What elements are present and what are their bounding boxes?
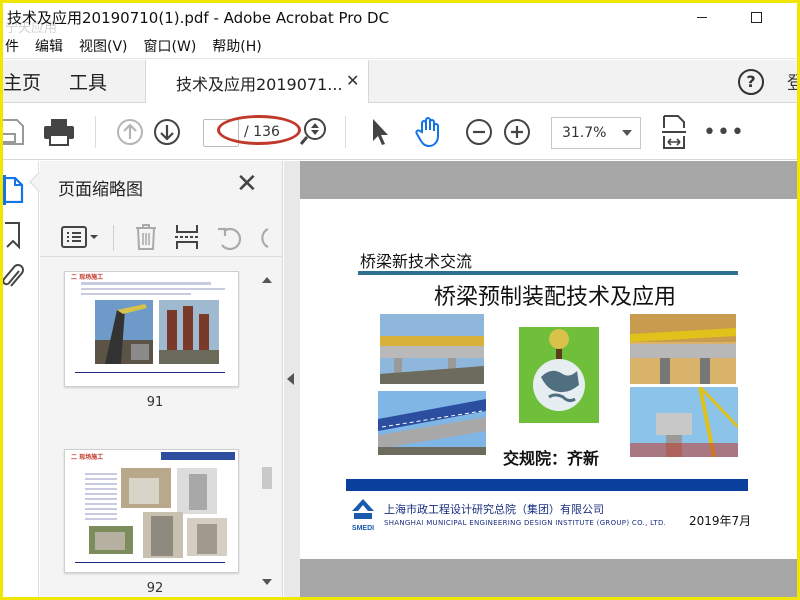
thumbnail-scrollbar[interactable] bbox=[258, 271, 276, 597]
minimize-button[interactable] bbox=[679, 3, 725, 31]
menu-edit[interactable]: 编辑 bbox=[35, 36, 63, 56]
help-icon[interactable]: ? bbox=[738, 69, 764, 95]
toolbar: / 136 31.7% ••• bbox=[3, 104, 797, 160]
slide-footer-bar bbox=[346, 479, 748, 491]
thumbnail-footer bbox=[75, 372, 225, 380]
rotate-counterclockwise-icon[interactable] bbox=[216, 225, 244, 251]
document-view[interactable]: 桥梁新技术交流 桥梁预制装配技术及应用 交规院：齐新 SMEDI 上海市政工程设… bbox=[284, 161, 797, 597]
text-line bbox=[81, 293, 191, 295]
thumbnail-photo bbox=[121, 468, 171, 508]
navigation-pane-strip bbox=[3, 161, 39, 597]
menu-file[interactable]: 件 bbox=[5, 36, 19, 56]
panel-title: 页面缩略图 bbox=[58, 180, 143, 200]
previous-page-icon[interactable] bbox=[116, 118, 144, 146]
text-line bbox=[81, 288, 225, 290]
panel-toolbar bbox=[40, 217, 283, 257]
bookmarks-icon[interactable] bbox=[5, 221, 23, 249]
close-tab-icon[interactable]: ✕ bbox=[346, 71, 359, 90]
tab-home[interactable]: 主页 bbox=[3, 68, 41, 95]
pdf-page: 桥梁新技术交流 桥梁预制装配技术及应用 交规院：齐新 SMEDI 上海市政工程设… bbox=[300, 199, 797, 559]
annotation-circle bbox=[217, 115, 301, 145]
thumbnail-footer bbox=[75, 562, 225, 568]
close-panel-icon[interactable]: ✕ bbox=[236, 169, 258, 199]
menu-window[interactable]: 窗口(W) bbox=[144, 36, 197, 56]
tab-tools[interactable]: 工具 bbox=[69, 68, 107, 95]
delete-page-icon[interactable] bbox=[134, 223, 158, 251]
title-bar: 宁天应用 技术及应用20190710(1).pdf - Adobe Acroba… bbox=[3, 3, 797, 36]
rotate-clockwise-icon[interactable] bbox=[256, 225, 270, 251]
thumbnail-list: 二 现场施工 91 二 现场施工 92 bbox=[40, 271, 270, 597]
tab-row: 主页 工具 技术及应用2019071... ✕ ? 登 bbox=[3, 60, 797, 103]
company-name-en: SHANGHAI MUNICIPAL ENGINEERING DESIGN IN… bbox=[384, 519, 667, 527]
insert-page-icon[interactable] bbox=[174, 223, 200, 251]
segment-lifting-photo bbox=[630, 387, 738, 457]
thumbnail-photo bbox=[177, 468, 217, 514]
menu-help[interactable]: 帮助(H) bbox=[212, 36, 261, 56]
svg-text:SMEDI: SMEDI bbox=[352, 525, 374, 532]
text-block bbox=[85, 470, 117, 522]
zoom-in-icon[interactable] bbox=[503, 118, 531, 146]
zoom-tool-icon[interactable] bbox=[299, 117, 327, 147]
print-icon[interactable] bbox=[43, 118, 75, 146]
options-menu-icon[interactable] bbox=[60, 225, 100, 249]
slide-date: 2019年7月 bbox=[689, 514, 752, 528]
tab-document-label: 技术及应用2019071... bbox=[176, 75, 343, 94]
maximize-button[interactable] bbox=[733, 3, 779, 31]
collapse-pane-icon[interactable] bbox=[287, 373, 294, 385]
tab-document[interactable]: 技术及应用2019071... ✕ bbox=[145, 60, 369, 103]
zoom-level-select[interactable]: 31.7% bbox=[551, 117, 641, 149]
menu-bar: 件 编辑 视图(V) 窗口(W) 帮助(H) bbox=[3, 33, 797, 59]
fit-page-icon[interactable] bbox=[661, 114, 687, 150]
toolbar-divider bbox=[113, 225, 114, 251]
slide-title: 桥梁预制装配技术及应用 bbox=[434, 285, 677, 310]
scroll-thumb[interactable] bbox=[262, 467, 272, 489]
thumbnail-photo bbox=[95, 300, 153, 364]
more-tools-icon[interactable]: ••• bbox=[703, 120, 744, 145]
text-line bbox=[81, 282, 211, 285]
save-icon[interactable] bbox=[3, 118, 25, 146]
toolbar-divider bbox=[95, 116, 96, 148]
page-thumbnail[interactable]: 二 现场施工 bbox=[64, 271, 239, 387]
chevron-down-icon bbox=[622, 130, 632, 136]
thumbnail-page-number: 92 bbox=[146, 581, 164, 596]
app-window: 宁天应用 技术及应用20190710(1).pdf - Adobe Acroba… bbox=[0, 0, 800, 600]
toolbar-divider bbox=[345, 116, 346, 148]
minimize-icon bbox=[697, 16, 707, 18]
sign-in-button[interactable]: 登 bbox=[787, 69, 797, 95]
attachments-icon[interactable] bbox=[3, 263, 25, 291]
company-logo: SMEDI bbox=[352, 499, 374, 532]
select-tool-icon[interactable] bbox=[369, 117, 391, 147]
thumbnail-panel: 页面缩略图 ✕ 二 现场施工 91 二 现场施工 92 bbox=[29, 161, 283, 597]
thumbnail-heading: 二 现场施工 bbox=[71, 274, 104, 281]
company-name-cn: 上海市政工程设计研究总院（集团）有限公司 bbox=[384, 503, 604, 516]
scroll-up-icon[interactable] bbox=[262, 277, 272, 283]
menu-view[interactable]: 视图(V) bbox=[79, 36, 128, 56]
globe-photo bbox=[519, 327, 599, 423]
thumbnail-page-number: 91 bbox=[146, 395, 164, 410]
page-thumbnails-icon[interactable] bbox=[5, 177, 25, 203]
zoom-level-value: 31.7% bbox=[562, 125, 607, 141]
bridge-crane-photo bbox=[630, 314, 736, 384]
slide-subtitle: 桥梁新技术交流 bbox=[360, 252, 473, 271]
page-gap bbox=[300, 559, 797, 597]
scroll-down-icon[interactable] bbox=[262, 579, 272, 585]
thumbnail-photo bbox=[143, 512, 183, 558]
thumbnail-photo bbox=[159, 300, 219, 364]
thumbnail-photo bbox=[187, 518, 227, 556]
launching-gantry-photo bbox=[378, 391, 486, 455]
thumbnail-banner bbox=[161, 452, 235, 460]
maximize-icon bbox=[750, 11, 762, 23]
zoom-out-icon[interactable] bbox=[465, 118, 493, 146]
page-gap bbox=[300, 161, 797, 199]
bridge-photo bbox=[380, 314, 484, 384]
page-thumbnail[interactable]: 二 现场施工 bbox=[64, 449, 239, 573]
slide-rule bbox=[358, 271, 738, 275]
next-page-icon[interactable] bbox=[153, 118, 181, 146]
window-title: 技术及应用20190710(1).pdf - Adobe Acrobat Pro… bbox=[7, 9, 390, 27]
thumbnail-photo bbox=[89, 526, 133, 554]
thumbnail-heading: 二 现场施工 bbox=[71, 454, 104, 461]
hand-tool-icon[interactable] bbox=[413, 116, 445, 148]
slide-author: 交规院：齐新 bbox=[503, 449, 600, 468]
